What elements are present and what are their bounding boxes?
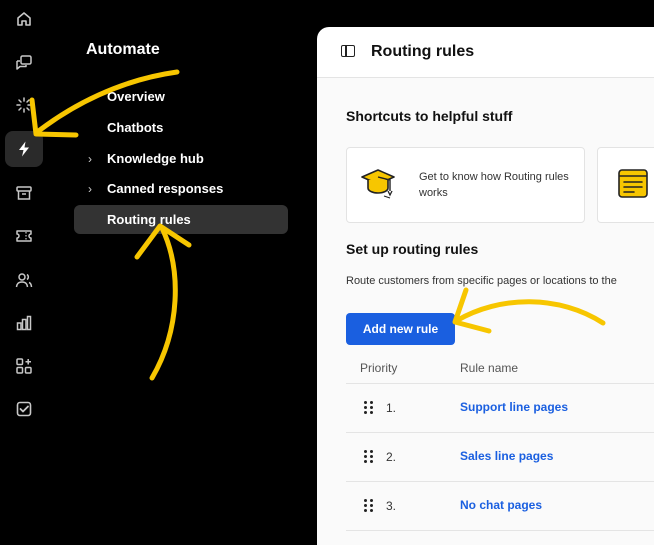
- nav-item-label: Knowledge hub: [107, 151, 204, 166]
- setup-description: Route customers from specific pages or l…: [346, 275, 617, 287]
- icon-rail: [0, 0, 50, 545]
- drag-handle-icon[interactable]: [364, 499, 373, 513]
- page-body: Shortcuts to helpful stuff Get to know h…: [317, 78, 654, 545]
- add-new-rule-button[interactable]: Add new rule: [346, 313, 455, 345]
- reports-icon[interactable]: [5, 305, 43, 341]
- shortcut-card-text: Get to know how Routing rules works: [419, 171, 569, 199]
- archive-icon[interactable]: [5, 175, 43, 211]
- shortcuts-heading: Shortcuts to helpful stuff: [346, 108, 513, 124]
- row-priority: 1.: [386, 401, 397, 415]
- rule-name-link[interactable]: No chat pages: [460, 498, 542, 512]
- row-priority: 2.: [386, 450, 397, 464]
- drag-handle-icon[interactable]: [364, 450, 373, 464]
- graduation-cap-icon: [361, 169, 395, 199]
- nav-item-label: Chatbots: [107, 120, 164, 135]
- automate-panel: Automate Overview Chatbots › Knowledge h…: [50, 0, 310, 545]
- nav-item-label: Routing rules: [107, 212, 191, 227]
- column-header-rule-name: Rule name: [460, 361, 519, 375]
- chevron-right-icon: ›: [88, 182, 92, 196]
- column-header-priority: Priority: [360, 361, 398, 375]
- nav-item-overview[interactable]: Overview: [74, 82, 288, 111]
- apps-icon[interactable]: [5, 348, 43, 384]
- nav-item-chatbots[interactable]: Chatbots: [74, 113, 288, 142]
- checkbox-icon[interactable]: [5, 391, 43, 427]
- table-row[interactable]: 2. Sales line pages: [346, 432, 654, 481]
- drag-handle-icon[interactable]: [364, 401, 373, 415]
- document-window-icon: [618, 169, 648, 198]
- shortcut-card-routing-guide[interactable]: Get to know how Routing rules works: [346, 147, 585, 223]
- shortcut-card-secondary[interactable]: [597, 147, 654, 223]
- table-divider: [346, 530, 654, 531]
- bolt-icon[interactable]: [5, 131, 43, 167]
- table-row[interactable]: 3. No chat pages: [346, 481, 654, 530]
- ticket-icon[interactable]: [5, 218, 43, 254]
- chevron-right-icon: ›: [88, 152, 92, 166]
- sidebar-toggle-icon[interactable]: [341, 45, 355, 57]
- nav-item-knowledge-hub[interactable]: › Knowledge hub: [74, 144, 288, 173]
- panel-title: Automate: [86, 41, 160, 58]
- nav-item-label: Overview: [107, 89, 165, 104]
- nav-item-label: Canned responses: [107, 181, 224, 196]
- chats-icon[interactable]: [5, 45, 43, 81]
- table-row[interactable]: 1. Support line pages: [346, 383, 654, 432]
- main-content: Routing rules Shortcuts to helpful stuff…: [317, 27, 654, 545]
- nav-item-routing-rules[interactable]: Routing rules: [74, 205, 288, 234]
- home-icon[interactable]: [5, 1, 43, 37]
- nav-item-canned-responses[interactable]: › Canned responses: [74, 174, 288, 203]
- page-title: Routing rules: [371, 43, 475, 60]
- sparkle-icon[interactable]: [5, 87, 43, 123]
- setup-heading: Set up routing rules: [346, 241, 479, 257]
- team-icon[interactable]: [5, 262, 43, 298]
- rule-name-link[interactable]: Sales line pages: [460, 449, 553, 463]
- row-priority: 3.: [386, 499, 397, 513]
- rule-name-link[interactable]: Support line pages: [460, 400, 568, 414]
- page-header: Routing rules: [317, 27, 654, 78]
